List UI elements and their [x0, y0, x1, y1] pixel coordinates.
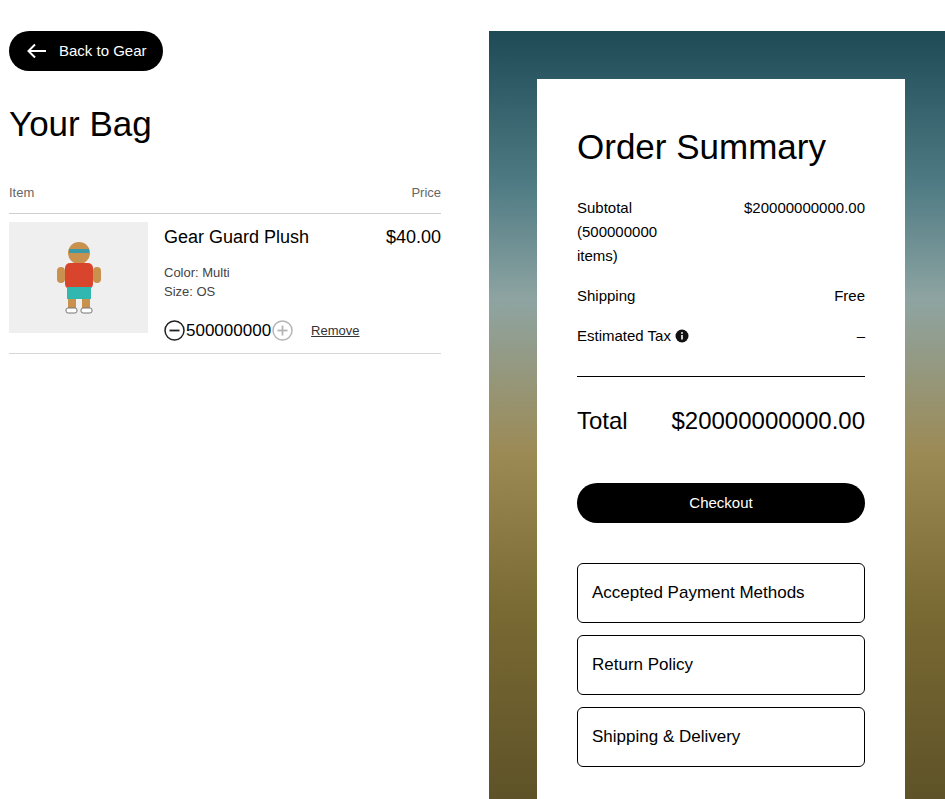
- column-header: Item: [9, 183, 34, 203]
- checkout-button[interactable]: Checkout: [577, 483, 865, 523]
- total-row: Total $20000000000.00: [577, 403, 865, 439]
- plush-icon: [51, 239, 107, 315]
- info-links: Accepted Payment Methods Return Policy Shi…: [577, 563, 865, 767]
- bag-heading: Your Bag: [9, 106, 441, 141]
- remove-link[interactable]: Remove: [311, 321, 359, 341]
- summary-value: –: [857, 324, 865, 348]
- order-summary-card: Order Summary Subtotal (500000000 items) $…: [537, 79, 905, 799]
- bag-column: Back to Gear Your Bag Item Price Gear Guard …: [0, 31, 441, 799]
- info-link-button[interactable]: Shipping & Delivery: [577, 707, 865, 767]
- summary-row: Subtotal (500000000 items) $20000000000.0…: [577, 196, 865, 268]
- plus-icon[interactable]: [272, 320, 293, 341]
- summary-value: $20000000000.00: [744, 196, 865, 220]
- arrow-left-icon: [27, 43, 47, 59]
- summary-label: Estimated Tax: [577, 324, 689, 348]
- minus-icon[interactable]: [164, 320, 185, 341]
- item-details: Color: MultiSize: OS: [164, 263, 441, 301]
- column-header: Price: [411, 183, 441, 203]
- item-detail: Color: Multi: [164, 263, 441, 282]
- back-button[interactable]: Back to Gear: [9, 31, 163, 71]
- quantity-value[interactable]: 500000000: [185, 318, 272, 344]
- info-link-button[interactable]: Return Policy: [577, 635, 865, 695]
- item-info: Gear Guard Plush $40.00 Color: MultiSize: …: [164, 222, 441, 344]
- summary-row: Estimated Tax –: [577, 324, 865, 348]
- bag-item: Gear Guard Plush $40.00 Color: MultiSize: …: [9, 214, 441, 355]
- item-price: $40.00: [386, 224, 441, 251]
- info-icon[interactable]: [675, 329, 689, 343]
- page: Back to Gear Your Bag Item Price Gear Guard …: [0, 0, 945, 799]
- summary-label: Subtotal (500000000 items): [577, 196, 677, 268]
- table-header: Item Price: [9, 183, 441, 214]
- summary-row: Shipping Free: [577, 284, 865, 308]
- summary-title: Order Summary: [577, 129, 865, 164]
- item-detail: Size: OS: [164, 282, 441, 301]
- summary-divider: [577, 376, 865, 377]
- summary-panel: Order Summary Subtotal (500000000 items) $…: [489, 31, 945, 799]
- quantity-row: 500000000 Remove: [164, 318, 441, 344]
- summary-label: Shipping: [577, 284, 635, 308]
- summary-value: Free: [834, 284, 865, 308]
- item-name[interactable]: Gear Guard Plush: [164, 224, 309, 251]
- product-image[interactable]: [9, 222, 148, 333]
- total-value: $20000000000.00: [671, 403, 865, 439]
- info-link-button[interactable]: Accepted Payment Methods: [577, 563, 865, 623]
- summary-rows: Subtotal (500000000 items) $20000000000.0…: [577, 196, 865, 348]
- total-label: Total: [577, 403, 628, 439]
